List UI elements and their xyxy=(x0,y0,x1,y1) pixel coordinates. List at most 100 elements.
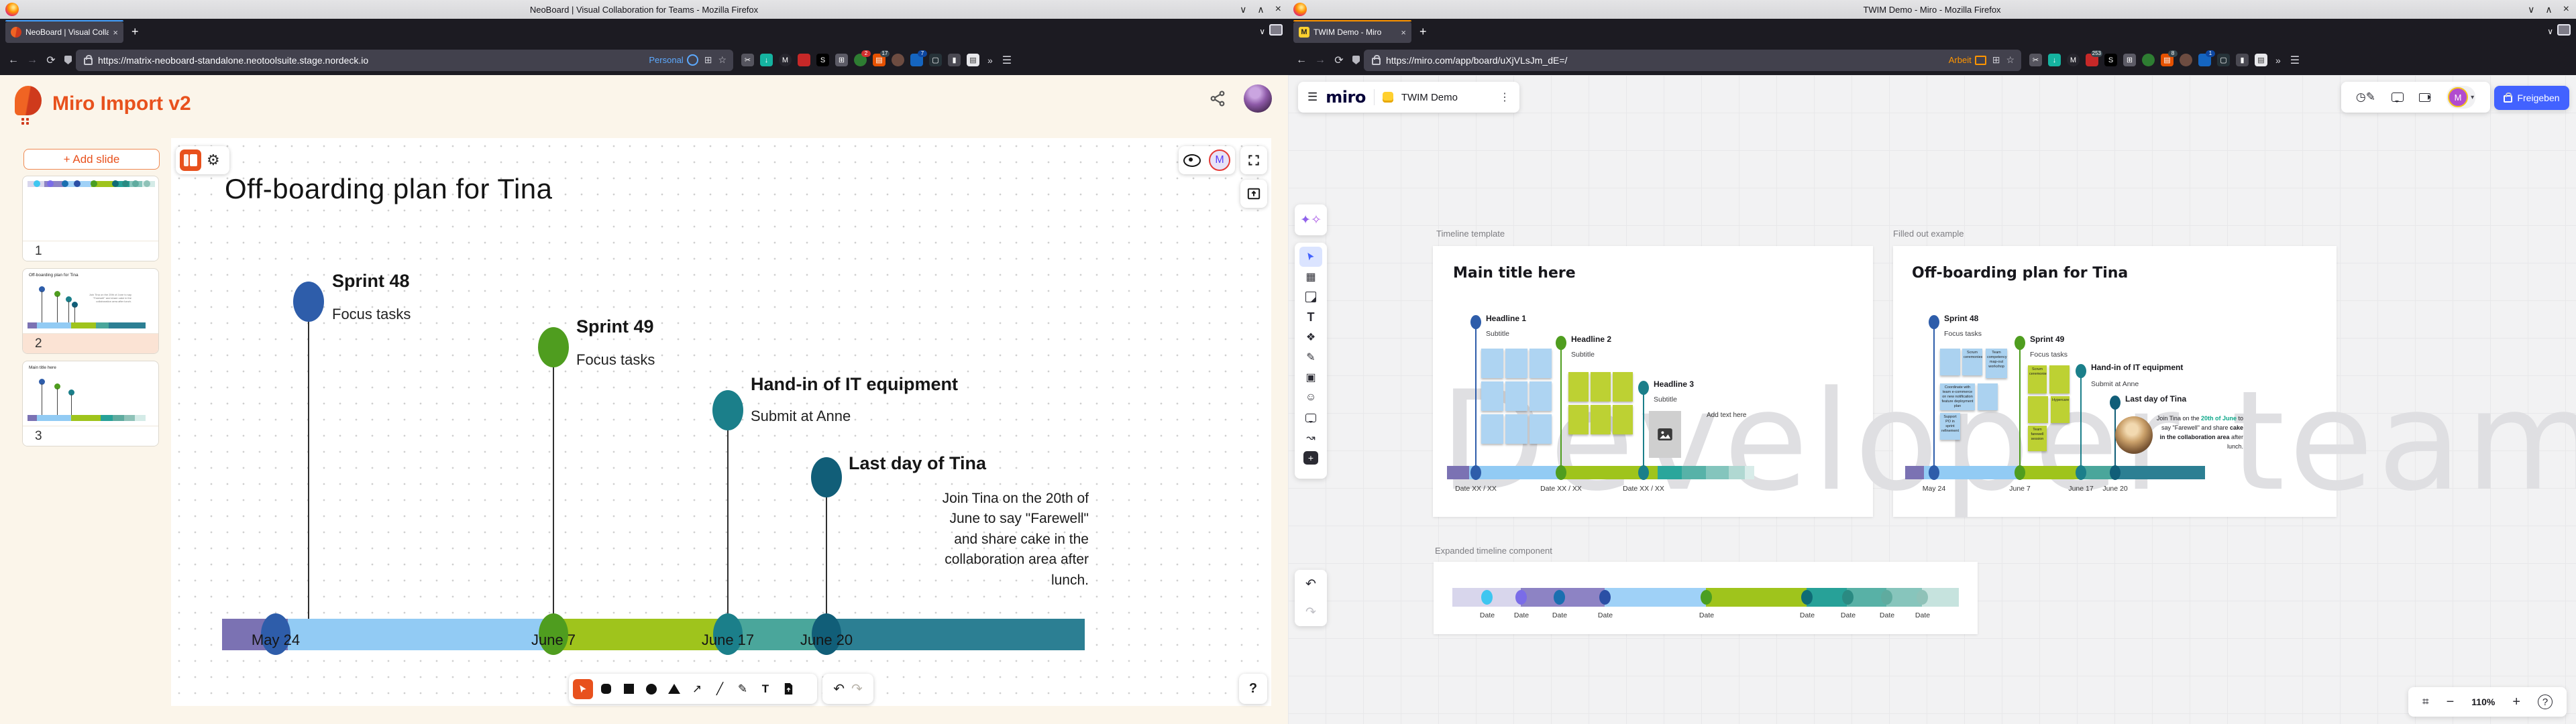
undo-button[interactable]: ↶ xyxy=(833,680,845,697)
permissions-grid-icon[interactable]: ⊞ xyxy=(704,54,712,66)
sticky-note[interactable] xyxy=(1529,414,1552,444)
url-bar[interactable]: https://miro.com/app/board/uXjVLsJm_dE=/… xyxy=(1364,50,2021,71)
timeline-dot[interactable] xyxy=(1515,590,1527,605)
blue-shield-extension-icon[interactable]: 7 xyxy=(910,54,923,66)
present-button[interactable] xyxy=(1240,180,1267,208)
milestone-title[interactable]: Headline 1 xyxy=(1486,314,1526,323)
view-eye-icon[interactable] xyxy=(1183,154,1201,167)
forward-button[interactable]: → xyxy=(1311,54,1330,66)
fit-to-screen-icon[interactable]: ⌗ xyxy=(2422,695,2429,709)
settings-gear-icon[interactable]: ⚙ xyxy=(207,152,220,169)
select-tool-button[interactable] xyxy=(1299,247,1322,267)
maximize-button[interactable]: ∧ xyxy=(1257,4,1264,15)
image-upload-tool-button[interactable] xyxy=(778,679,798,699)
firefox-view-icon[interactable] xyxy=(2557,24,2571,36)
milestone-subtitle[interactable]: Subtitle xyxy=(1571,351,1595,359)
zoom-in-button[interactable]: + xyxy=(2512,695,2520,710)
milestone-title[interactable]: Headline 3 xyxy=(1654,379,1694,389)
overflow-chevrons-icon[interactable]: » xyxy=(2275,55,2281,66)
pen-tool-button[interactable]: ✎ xyxy=(1299,347,1322,367)
milestone-title[interactable]: Last day of Tina xyxy=(2125,394,2186,404)
text-tool-button[interactable]: T xyxy=(755,679,775,699)
milestone-dot[interactable] xyxy=(2076,364,2086,378)
sticky-note[interactable] xyxy=(1505,414,1527,444)
sticky-note[interactable]: Hypercare xyxy=(2051,396,2070,423)
milestone-circle[interactable] xyxy=(712,390,743,430)
tab-close-icon[interactable]: × xyxy=(113,27,118,38)
more-tools-button[interactable]: + xyxy=(1299,448,1322,468)
sticky-note[interactable] xyxy=(2028,396,2048,423)
green-extension-icon[interactable] xyxy=(2142,54,2155,66)
pen-tool-button[interactable]: ✎ xyxy=(733,679,753,699)
timeline-dot[interactable] xyxy=(1801,590,1813,605)
sticky-note[interactable] xyxy=(1591,372,1611,402)
list-tabs-chevron-icon[interactable]: ∨ xyxy=(2547,27,2553,36)
green-extension-icon[interactable]: 2 xyxy=(854,54,867,66)
timeline-date[interactable]: May 24 xyxy=(1904,485,1964,493)
farewell-note[interactable]: Join Tina on the 20th of June to say "Fa… xyxy=(2156,414,2243,452)
milestone-dot[interactable] xyxy=(1929,315,1939,329)
frame-label[interactable]: Filled out example xyxy=(1893,229,1964,239)
rectangle-tool-button[interactable] xyxy=(619,679,639,699)
board-options-kebab-icon[interactable]: ⋮ xyxy=(1499,90,1510,104)
timeline-date[interactable]: Date XX / XX xyxy=(1446,485,1506,493)
slide-thumbnail-2[interactable]: Off-boarding plan for Tina Join Tina on … xyxy=(22,268,159,354)
zoom-out-button[interactable]: − xyxy=(2447,695,2455,710)
redo-button[interactable]: ↷ xyxy=(851,680,863,697)
milestone-subtitle[interactable]: Subtitle xyxy=(1486,330,1509,338)
ellipse-tool-button[interactable] xyxy=(641,679,661,699)
milestone-title[interactable]: Hand-in of IT equipment xyxy=(751,374,958,395)
farewell-note[interactable]: Join Tina on the 20th of June to say "Fa… xyxy=(924,489,1089,591)
select-tool-button[interactable] xyxy=(573,679,593,699)
milestone-title[interactable]: Hand-in of IT equipment xyxy=(2091,363,2183,372)
timeline-date[interactable]: June 7 xyxy=(1990,485,2050,493)
share-icon[interactable] xyxy=(1209,90,1226,111)
frame-label[interactable]: Timeline template xyxy=(1436,229,1505,239)
help-button[interactable]: ? xyxy=(2538,695,2553,709)
sticky-note[interactable] xyxy=(1481,414,1503,444)
timeline-bar[interactable] xyxy=(222,619,1085,650)
maximize-button[interactable]: ∧ xyxy=(2545,4,2552,15)
share-button[interactable]: Freigeben xyxy=(2494,86,2569,110)
sticky-note[interactable] xyxy=(1978,383,1998,410)
forward-button[interactable]: → xyxy=(23,54,42,66)
firefox-view-icon[interactable] xyxy=(1269,24,1283,36)
frame-label[interactable]: Expanded timeline component xyxy=(1435,546,1552,556)
sticky-note[interactable]: Support PO in sprint refinement xyxy=(1940,413,1960,440)
clipboard-extension-icon[interactable]: ▤ 17 xyxy=(873,54,885,66)
url-text[interactable]: https://matrix-neoboard-standalone.neoto… xyxy=(98,55,368,66)
main-menu-hamburger-icon[interactable]: ☰ xyxy=(1307,90,1318,104)
milestone-title[interactable]: Sprint 48 xyxy=(1944,314,1978,323)
line-tool-button[interactable]: ╱ xyxy=(710,679,730,699)
sticky-note[interactable] xyxy=(1940,349,1960,375)
user-avatar[interactable]: M xyxy=(2448,87,2468,107)
user-menu[interactable]: M ▾ xyxy=(2447,86,2475,109)
sticky-note[interactable] xyxy=(1505,381,1527,411)
sticky-note[interactable] xyxy=(2049,365,2070,394)
minimize-button[interactable]: ∨ xyxy=(2528,4,2534,15)
m-extension-icon[interactable]: M xyxy=(779,54,792,66)
door-extension-icon[interactable]: ▮ xyxy=(948,54,961,66)
new-tab-button[interactable]: + xyxy=(131,24,139,39)
milestone-dot[interactable] xyxy=(2015,336,2025,350)
whiteboard-canvas[interactable]: ⚙ M Off-boarding plan for Tina xyxy=(171,138,1271,706)
add-slide-button[interactable]: + Add slide xyxy=(23,149,160,170)
sticky-note[interactable] xyxy=(1529,381,1552,411)
milestone-subtitle[interactable]: Focus tasks xyxy=(1944,330,1982,338)
timeline-dot[interactable] xyxy=(1842,590,1854,605)
menu-hamburger-icon[interactable]: ☰ xyxy=(1002,54,1012,67)
sticky-note[interactable] xyxy=(1613,405,1633,434)
permissions-grid-icon[interactable]: ⊞ xyxy=(1992,54,2000,66)
text-tool-button[interactable]: T xyxy=(1299,307,1322,327)
timeline-dot[interactable] xyxy=(1701,590,1712,605)
fox-extension-icon[interactable] xyxy=(892,54,904,66)
milestone-dot[interactable] xyxy=(1638,381,1649,395)
tab-neoboard[interactable]: NeoBoard | Visual Collabo × xyxy=(5,21,123,43)
milestone-circle[interactable] xyxy=(811,457,842,497)
red-shield-extension-icon[interactable]: 253 xyxy=(2086,54,2098,66)
url-text[interactable]: https://miro.com/app/board/uXjVLsJm_dE=/ xyxy=(1386,55,1567,66)
tina-photo[interactable] xyxy=(2115,416,2153,454)
rounded-rectangle-tool-button[interactable] xyxy=(596,679,616,699)
monitor-extension-icon[interactable]: ▢ xyxy=(2217,54,2230,66)
timeline-date[interactable]: Date xyxy=(1676,611,1737,619)
